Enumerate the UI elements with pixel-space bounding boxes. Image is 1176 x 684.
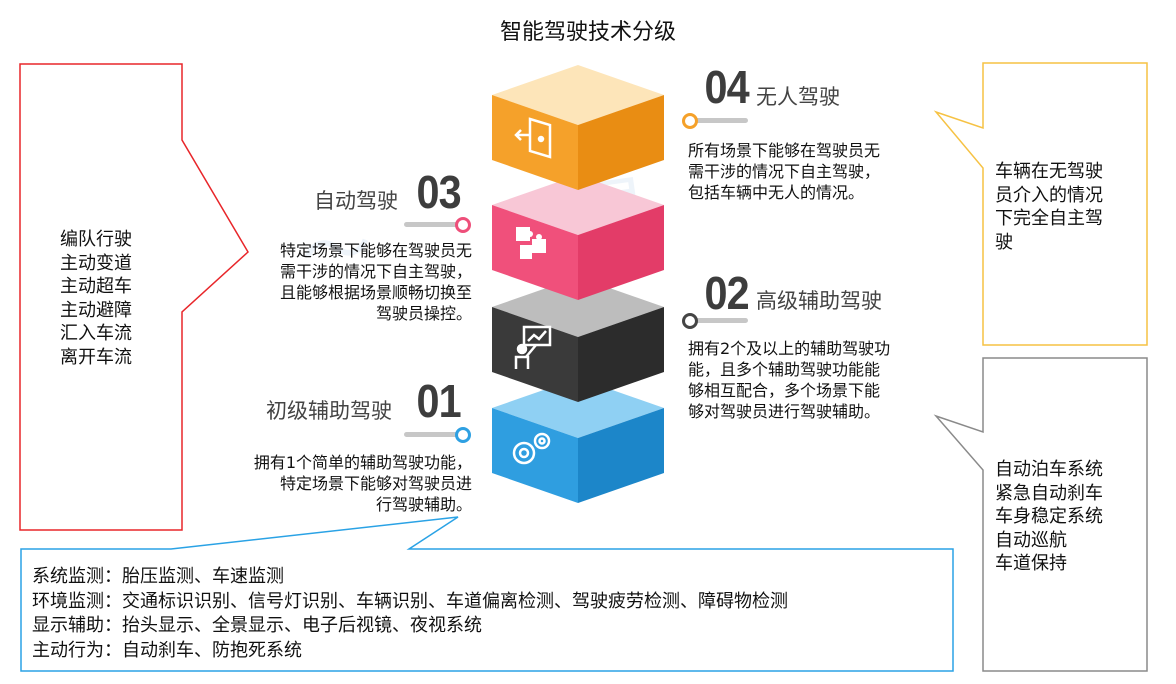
level-1-name: 初级辅助驾驶: [266, 399, 392, 423]
list-item: 离开车流: [60, 346, 132, 368]
list-item: 自动泊车系统: [995, 459, 1103, 480]
list-item: 紧急自动刹车: [995, 482, 1103, 504]
list-item: 主动避障: [60, 299, 132, 321]
list-item: 自动巡航: [995, 529, 1067, 551]
list-item: 主动变道: [60, 252, 132, 274]
list-item: 车道保持: [995, 553, 1067, 574]
list-item: 主动超车: [60, 276, 132, 297]
level-2-dot: [682, 313, 698, 329]
yellow-callout-text: 车辆在无驾驶 员介入的情况 下完全自主驾 驶: [995, 161, 1103, 253]
list-item: 环境监测：交通标识识别、信号灯识别、车辆识别、车道偏离检测、驾驶疲劳检测、障碍物…: [32, 590, 788, 612]
level-3-dot: [455, 217, 471, 233]
level-2-number: 02: [704, 267, 749, 319]
level-3-description: 特定场景下能够在驾驶员无 需干涉的情况下自主驾驶， 且能够根据场景顺畅切换至 驾…: [279, 241, 472, 323]
level-4-cube: [492, 65, 664, 190]
list-item: 显示辅助：抬头显示、全景显示、电子后视镜、夜视系统: [32, 615, 482, 636]
level-4-dot: [682, 113, 698, 129]
red-callout-list: 编队行驶 主动变道 主动超车 主动避障 汇入车流 离开车流: [60, 228, 132, 369]
level-1-number: 01: [416, 375, 461, 427]
level-2-description: 拥有2个及以上的辅助驾驶功 能，且多个辅助驾驶功能能 够相互配合，多个场景下能 …: [688, 339, 891, 421]
level-cube-stack: [492, 65, 664, 503]
blue-callout-list: 系统监测：胎压监测、车速监测 环境监测：交通标识识别、信号灯识别、车辆识别、车道…: [32, 565, 788, 663]
list-item: 汇入车流: [60, 323, 132, 344]
level-3-cube: [492, 175, 664, 300]
level-1-description: 拥有1个简单的辅助驾驶功能， 特定场景下能够对驾驶员进 行驾驶辅助。: [253, 453, 472, 514]
level-1-dot: [455, 427, 471, 443]
level-4-number: 04: [704, 61, 749, 113]
list-item: 编队行驶: [60, 229, 132, 250]
level-4-description: 所有场景下能够在驾驶员无 需干涉的情况下自主驾驶， 包括车辆中无人的情况。: [688, 141, 881, 202]
level-3-name: 自动驾驶: [314, 189, 398, 213]
level-3-number: 03: [416, 166, 461, 218]
list-item: 车身稳定系统: [995, 506, 1103, 527]
gray-callout-list: 自动泊车系统 紧急自动刹车 车身稳定系统 自动巡航 车道保持: [995, 458, 1103, 576]
list-item: 主动行为：自动刹车、防抱死系统: [32, 639, 302, 661]
list-item: 系统监测：胎压监测、车速监测: [32, 566, 284, 587]
level-4-name: 无人驾驶: [756, 85, 840, 109]
level-2-name-text: 高级辅助驾驶: [756, 289, 882, 313]
